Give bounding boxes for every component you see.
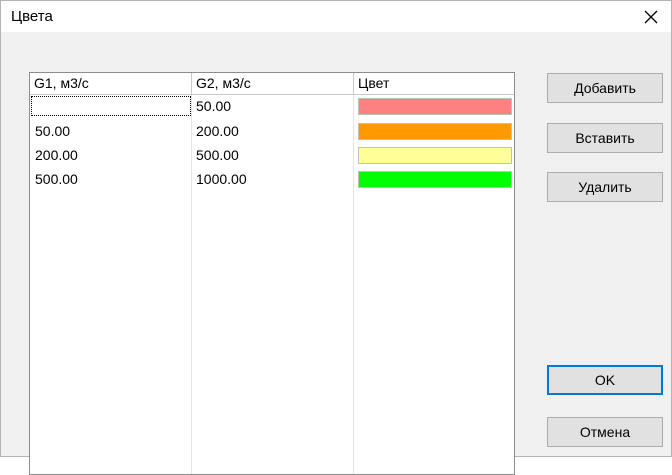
table-row[interactable]: 50.00 200.00 (30, 121, 514, 142)
colors-dialog: Цвета G1, м3/с G2, м3/с Цвет 50.00 50.00… (0, 0, 672, 475)
cell-color[interactable] (354, 145, 514, 165)
cell-g1[interactable]: 500.00 (31, 169, 191, 189)
cell-g1[interactable] (31, 96, 191, 116)
dialog-body: G1, м3/с G2, м3/с Цвет 50.00 50.00 200.0… (1, 32, 671, 475)
cell-g2[interactable]: 500.00 (192, 145, 352, 165)
cell-color[interactable] (354, 169, 514, 189)
close-button[interactable] (631, 1, 671, 32)
color-swatch (358, 98, 512, 115)
colors-table[interactable]: G1, м3/с G2, м3/с Цвет 50.00 50.00 200.0… (29, 72, 515, 475)
title-bar: Цвета (1, 1, 671, 32)
table-row[interactable]: 200.00 500.00 (30, 145, 514, 166)
cell-g2[interactable]: 200.00 (192, 121, 352, 141)
color-swatch (358, 123, 512, 140)
add-button[interactable]: Добавить (547, 73, 663, 103)
cell-color[interactable] (354, 96, 514, 116)
header-color[interactable]: Цвет (354, 73, 514, 94)
ok-button[interactable]: OK (547, 365, 663, 395)
cell-g2[interactable]: 1000.00 (192, 169, 352, 189)
dialog-title: Цвета (11, 8, 53, 25)
cancel-button[interactable]: Отмена (547, 417, 663, 447)
cell-color[interactable] (354, 121, 514, 141)
color-swatch (358, 171, 512, 188)
cell-g1[interactable]: 200.00 (31, 145, 191, 165)
close-icon (644, 10, 658, 23)
header-g1[interactable]: G1, м3/с (30, 73, 192, 94)
insert-button[interactable]: Вставить (547, 123, 663, 153)
table-row[interactable]: 500.00 1000.00 (30, 169, 514, 190)
table-row[interactable]: 50.00 (30, 96, 514, 117)
cell-g2[interactable]: 50.00 (192, 96, 352, 116)
delete-button[interactable]: Удалить (547, 172, 663, 202)
cell-g1[interactable]: 50.00 (31, 121, 191, 141)
header-g2[interactable]: G2, м3/с (192, 73, 354, 94)
table-header: G1, м3/с G2, м3/с Цвет (30, 73, 514, 95)
color-swatch (358, 147, 512, 164)
